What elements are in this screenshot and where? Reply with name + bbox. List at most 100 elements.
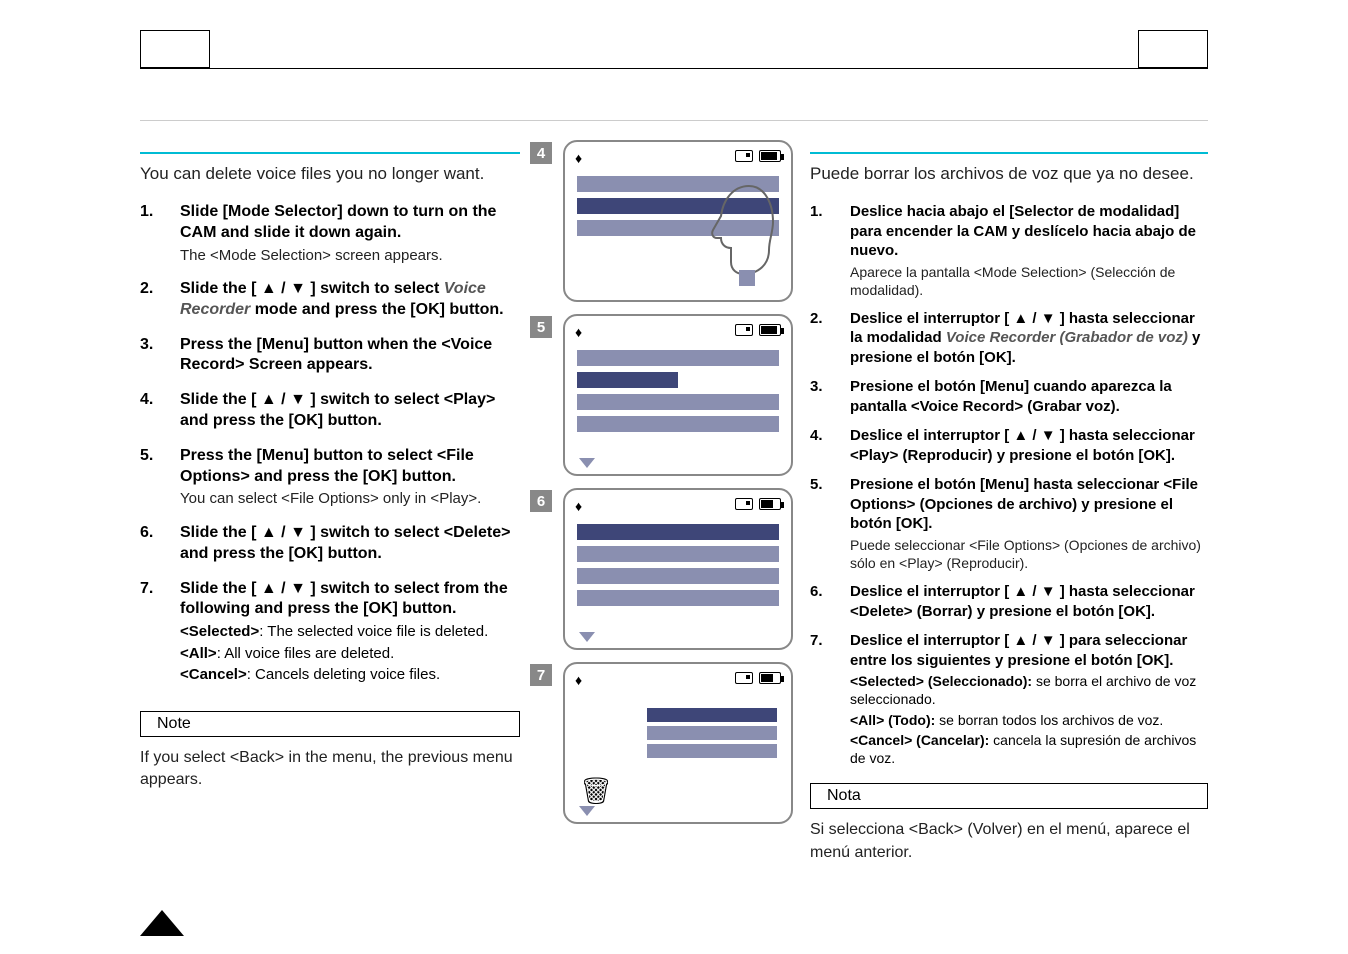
list-item [647,744,777,758]
page-corner-triangle-icon [140,910,184,936]
list-item [577,568,779,584]
step-title-pre: Slide the [ ▲ / ▼ ] switch to select [180,280,444,297]
content-columns: You can delete voice files you no longer… [140,140,1208,864]
step-title: Slide [Mode Selector] down to turn on th… [180,203,496,241]
chevron-down-icon [579,458,595,468]
step-number: 4. [140,390,180,432]
figure-number: 4 [530,142,552,164]
card-icon [735,150,753,162]
step-1: 1. Deslice hacia abajo el [Selector de m… [810,202,1208,299]
heading-rule [140,120,1208,121]
step-subtext: The <Mode Selection> screen appears. [180,246,520,266]
step-number: 1. [140,202,180,265]
status-icons [735,150,781,162]
step-title-italic: Voice Recorder (Grabador de voz) [946,329,1188,346]
step-title: Slide the [ ▲ / ▼ ] switch to select <De… [180,523,520,565]
column-spanish: Puede borrar los archivos de voz que ya … [810,140,1208,864]
list-item-selected [647,708,777,722]
card-icon [735,672,753,684]
step-7: 7. Deslice el interruptor [ ▲ / ▼ ] para… [810,631,1208,767]
step-subtext: Puede seleccionar <File Options> (Opcion… [850,536,1208,572]
step-number: 6. [810,582,850,621]
section-underline-left [140,140,520,154]
step-number: 1. [810,202,850,299]
list-item [577,350,779,366]
step-3: 3. Press the [Menu] button when the <Voi… [140,335,520,377]
column-figures: 4 ♦ 5 ♦ [520,140,810,864]
step-1: 1. Slide [Mode Selector] down to turn on… [140,202,520,265]
list-item [647,726,777,740]
step-2: 2. Deslice el interruptor [ ▲ / ▼ ] hast… [810,309,1208,368]
figure-number: 5 [530,316,552,338]
trash-icon: 🗑 [581,777,611,806]
section-underline-right [810,140,1208,154]
top-horizontal-rule [140,68,1208,69]
stop-icon [739,270,755,286]
page-corner-top-right [1138,30,1208,68]
option-cancel: <Cancel>: Cancels deleting voice files. [180,665,520,685]
step-7: 7. Slide the [ ▲ / ▼ ] switch to select … [140,579,520,685]
step-4: 4. Deslice el interruptor [ ▲ / ▼ ] hast… [810,426,1208,465]
step-number: 6. [140,523,180,565]
figure-7-wrap: 7 ♦ 🗑 [556,662,800,824]
figure-number: 7 [530,664,552,686]
note-label-spanish: Nota [810,783,1208,809]
step-3: 3. Presione el botón [Menu] cuando apare… [810,377,1208,416]
step-title: Presione el botón [Menu] cuando aparezca… [850,377,1208,416]
note-text-spanish: Si selecciona <Back> (Volver) en el menú… [810,819,1208,864]
mic-icon: ♦ [575,672,582,688]
intro-spanish: Puede borrar los archivos de voz que ya … [810,164,1208,184]
status-icons [735,672,781,684]
option-selected: <Selected>: The selected voice file is d… [180,622,520,642]
figure-6: ♦ [563,488,793,650]
steps-english: 1. Slide [Mode Selector] down to turn on… [140,202,520,699]
mic-icon: ♦ [575,498,582,514]
list-item [577,416,779,432]
figure-7: ♦ 🗑 [563,662,793,824]
step-title: Slide the [ ▲ / ▼ ] switch to select fro… [180,580,508,618]
figure-6-wrap: 6 ♦ [556,488,800,650]
step-title: Slide the [ ▲ / ▼ ] switch to select <Pl… [180,390,520,432]
step-number: 2. [810,309,850,368]
figure-5-wrap: 5 ♦ [556,314,800,476]
step-number: 2. [140,279,180,321]
option-cancel: <Cancel> (Cancelar): cancela la supresió… [850,731,1208,767]
card-icon [735,324,753,336]
step-title: Press the [Menu] button to select <File … [180,447,474,485]
intro-english: You can delete voice files you no longer… [140,164,520,184]
menu-bars [577,524,779,612]
figure-number: 6 [530,490,552,512]
step-4: 4. Slide the [ ▲ / ▼ ] switch to select … [140,390,520,432]
step-title: Presione el botón [Menu] hasta seleccion… [850,476,1198,532]
step-2: 2. Slide the [ ▲ / ▼ ] switch to select … [140,279,520,321]
step-5: 5. Presione el botón [Menu] hasta selecc… [810,475,1208,572]
step-number: 3. [810,377,850,416]
step-title: Deslice el interruptor [ ▲ / ▼ ] hasta s… [850,582,1208,621]
page-corner-top-left [140,30,210,68]
step-title: Deslice hacia abajo el [Selector de moda… [850,203,1196,259]
list-item [577,590,779,606]
step-title: Press the [Menu] button when the <Voice … [180,335,520,377]
step-title-post: mode and press the [OK] button. [250,301,503,318]
step-number: 4. [810,426,850,465]
figure-4: ♦ [563,140,793,302]
list-item [577,546,779,562]
step-title: Deslice el interruptor [ ▲ / ▼ ] hasta s… [850,426,1208,465]
mic-icon: ♦ [575,150,582,166]
step-5: 5. Press the [Menu] button to select <Fi… [140,446,520,509]
option-selected: <Selected> (Seleccionado): se borra el a… [850,672,1208,708]
step-number: 7. [810,631,850,767]
chevron-down-icon [579,806,595,816]
step-subtext: You can select <File Options> only in <P… [180,489,520,509]
list-item-selected [577,524,779,540]
step-number: 5. [810,475,850,572]
battery-icon [759,324,781,336]
mic-icon: ♦ [575,324,582,340]
step-number: 5. [140,446,180,509]
list-item-selected [577,372,678,388]
dialog-options [647,708,777,762]
step-title: Deslice el interruptor [ ▲ / ▼ ] para se… [850,632,1187,669]
figure-5: ♦ [563,314,793,476]
note-text-english: If you select <Back> in the menu, the pr… [140,747,520,792]
menu-bars [577,350,779,438]
